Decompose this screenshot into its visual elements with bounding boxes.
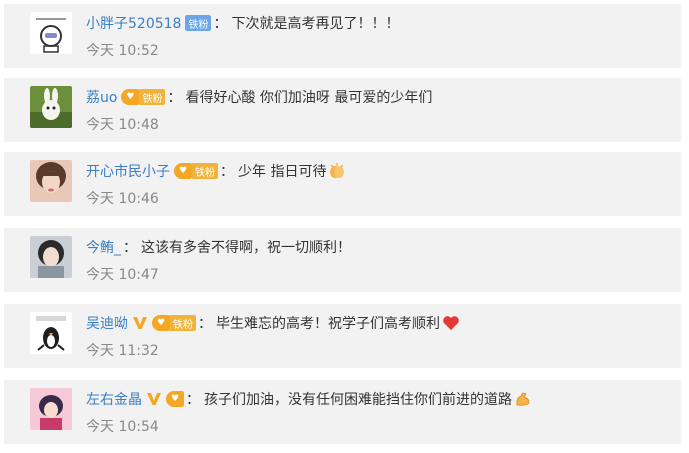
timestamp: 今天 10:54 — [86, 419, 159, 435]
avatar[interactable] — [30, 160, 72, 202]
timestamp: 今天 10:46 — [86, 191, 159, 207]
fan-badge-label: 铁粉 — [192, 163, 218, 179]
comment-text: 少年 指日可待 — [238, 164, 327, 180]
comment-text: 孩子们加油，没有任何困难能挡住你们前进的道路 — [204, 392, 512, 408]
timestamp: 今天 10:52 — [86, 43, 159, 59]
comment-text: 毕生难忘的高考！祝学子们高考顺利 — [216, 316, 440, 332]
flexed-biceps-emoji — [514, 390, 532, 408]
fan-badge[interactable]: ♥ 铁粉 — [152, 315, 196, 331]
timestamp: 今天 10:48 — [86, 117, 159, 133]
timestamp: 今天 10:47 — [86, 267, 159, 283]
verified-v-icon — [132, 315, 148, 331]
comment-list: 小胖子520518 铁粉 ： 下次就是高考再见了！！！ 今天 10:52 荔uo… — [0, 0, 689, 453]
red-heart-emoji — [442, 314, 460, 332]
colon-separator: ： — [220, 164, 234, 180]
fan-badge[interactable]: ♥ — [166, 391, 184, 407]
username-link[interactable]: 荔uo — [86, 87, 117, 107]
avatar[interactable] — [30, 312, 72, 354]
fan-level-icon: ♥ — [152, 315, 170, 331]
fan-level-icon: ♥ — [166, 391, 184, 407]
clap-hands-emoji — [328, 162, 346, 180]
colon-separator: ： — [123, 240, 137, 256]
fan-level-icon: ♥ — [121, 89, 140, 105]
avatar[interactable] — [30, 236, 72, 278]
colon-separator: ： — [186, 392, 200, 408]
fan-badge-label: 铁粉 — [170, 315, 196, 331]
username-link[interactable]: 小胖子520518 — [86, 13, 181, 33]
colon-separator: ： — [213, 16, 228, 32]
username-link[interactable]: 开心市民小子 — [86, 161, 170, 181]
fan-badge-label: 铁粉 — [139, 89, 166, 105]
comment-text: 这该有多舍不得啊，祝一切顺利！ — [141, 240, 351, 256]
fan-badge[interactable]: ♥ 铁粉 — [121, 89, 166, 105]
username-link[interactable]: 左右金晶 — [86, 389, 142, 409]
fan-badge[interactable]: 铁粉 — [185, 15, 212, 31]
avatar[interactable] — [30, 12, 72, 54]
comment-row: 今鲔_ ： 这该有多舍不得啊，祝一切顺利！ 今天 10:47 — [4, 228, 681, 292]
timestamp: 今天 11:32 — [86, 343, 159, 359]
avatar[interactable] — [30, 388, 72, 430]
comment-row: 开心市民小子 ♥ 铁粉 ： 少年 指日可待 今天 10:46 — [4, 152, 681, 216]
fan-badge[interactable]: ♥ 铁粉 — [174, 163, 218, 179]
comment-row: 小胖子520518 铁粉 ： 下次就是高考再见了！！！ 今天 10:52 — [4, 4, 681, 68]
comment-text: 下次就是高考再见了！！！ — [231, 16, 400, 32]
comment-text: 看得好心酸 你们加油呀 最可爱的少年们 — [185, 90, 433, 106]
colon-separator: ： — [167, 90, 182, 106]
colon-separator: ： — [198, 316, 212, 332]
comment-row: 荔uo ♥ 铁粉 ： 看得好心酸 你们加油呀 最可爱的少年们 今天 10:48 — [4, 78, 681, 142]
fan-badge-label: 铁粉 — [185, 15, 212, 31]
fan-level-icon: ♥ — [174, 163, 192, 179]
username-link[interactable]: 今鲔_ — [86, 237, 121, 257]
username-link[interactable]: 吴迪呦 — [86, 313, 128, 333]
comment-row: 吴迪呦 ♥ 铁粉 ： 毕生难忘的高考！祝学子们高考顺利 今天 11:32 — [4, 304, 681, 368]
verified-v-icon — [146, 391, 162, 407]
comment-row: 左右金晶 ♥ ： 孩子们加油，没有任何困难能挡住你们前进的道路 今天 10:54 — [4, 380, 681, 444]
avatar[interactable] — [30, 86, 72, 128]
